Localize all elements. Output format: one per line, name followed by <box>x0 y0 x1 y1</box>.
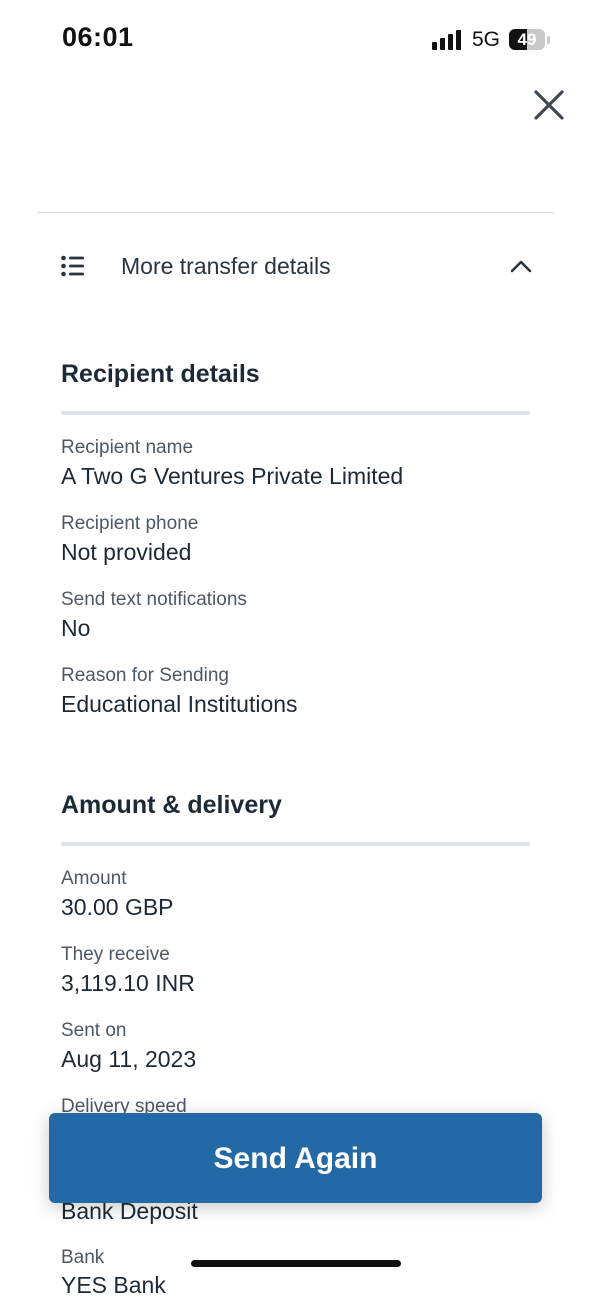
recipient-phone-label: Recipient phone <box>61 513 199 534</box>
amount-delivery-heading: Amount & delivery <box>61 791 282 819</box>
signal-strength-icon <box>432 30 464 50</box>
status-time: 06:01 <box>62 22 134 52</box>
more-transfer-details-label: More transfer details <box>121 253 331 279</box>
battery-level: 49 <box>517 30 537 49</box>
recipient-phone-value: Not provided <box>61 539 192 565</box>
text-notifications-label: Send text notifications <box>61 589 247 610</box>
recipient-name-label: Recipient name <box>61 437 194 458</box>
reason-value: Educational Institutions <box>61 691 298 717</box>
more-transfer-details-toggle[interactable]: More transfer details <box>61 245 535 289</box>
they-receive-value: 3,119.10 INR <box>61 970 195 996</box>
text-notifications-value: No <box>61 615 91 641</box>
header-divider <box>37 212 554 213</box>
sent-on-label: Sent on <box>61 1020 127 1041</box>
home-indicator <box>191 1260 401 1267</box>
bank-label: Bank <box>61 1247 105 1268</box>
reason-label: Reason for Sending <box>61 665 229 686</box>
amount-section-rule <box>61 842 530 846</box>
send-again-button[interactable]: Send Again <box>49 1113 542 1203</box>
recipient-details-heading: Recipient details <box>61 360 260 388</box>
close-icon <box>534 90 564 120</box>
recipient-name-value: A Two G Ventures Private Limited <box>61 463 404 489</box>
battery-cap <box>547 36 550 44</box>
chevron-up-icon <box>510 260 532 273</box>
recipient-section-rule <box>61 411 530 415</box>
bank-value: YES Bank <box>61 1272 166 1298</box>
sent-on-value: Aug 11, 2023 <box>61 1046 197 1072</box>
amount-label: Amount <box>61 868 127 889</box>
list-icon <box>61 255 84 277</box>
network-type: 5G <box>472 28 501 51</box>
amount-value: 30.00 GBP <box>61 894 174 920</box>
close-button[interactable] <box>528 86 568 126</box>
battery-icon: 49 <box>509 29 545 50</box>
they-receive-label: They receive <box>61 944 170 965</box>
